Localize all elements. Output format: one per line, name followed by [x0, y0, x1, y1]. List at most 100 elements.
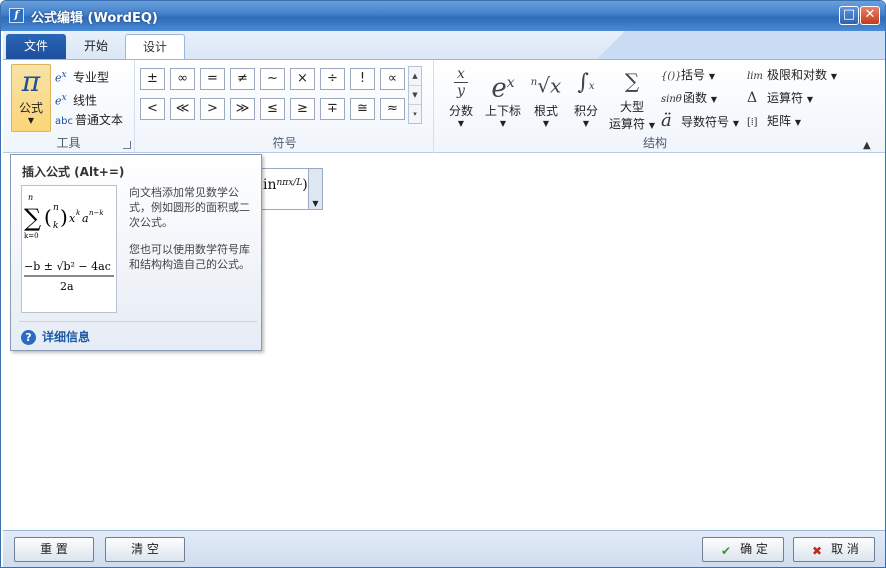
limit-log-button[interactable]: lim 极限和对数 ▼: [747, 64, 837, 86]
group-symbols: ± ∞ = ≠ ~ × ÷! ∝ < ≪ > ≫ ≤ ≥ ∓ ≅ ≈ ▲ ▼ ▾ 符号: [136, 60, 434, 153]
function-label: 函数: [683, 91, 708, 105]
script-label: 上下标: [484, 104, 521, 118]
symbol-button[interactable]: ≅: [350, 98, 375, 120]
large-operator-button[interactable]: ∑ 大型 运算符 ▼: [607, 64, 657, 132]
symbol-button[interactable]: ≫: [230, 98, 255, 120]
script-button[interactable]: ex 上下标 ▼: [481, 64, 525, 128]
preview-a: a: [82, 212, 89, 225]
cancel-label: 取 消: [831, 542, 859, 556]
preview-binom-k: k: [53, 221, 58, 231]
tooltip-desc-1: 向文档添加常见数学公式，例如圆形的面积或二次公式。: [129, 186, 250, 229]
scroll-down-icon[interactable]: ▼: [409, 86, 421, 105]
scroll-up-icon[interactable]: ▲: [409, 67, 421, 86]
symbol-button[interactable]: =: [200, 68, 225, 90]
linear-button[interactable]: ex 线性: [55, 87, 97, 108]
accent-button[interactable]: ä 导数符号 ▼: [661, 110, 739, 132]
tooltip-description: 向文档添加常见数学公式，例如圆形的面积或二次公式。 您也可以使用数学符号库和结构…: [129, 185, 255, 272]
chevron-down-icon: ▼: [582, 119, 590, 128]
formula-preview: n ∑ k=0 ( n k ) x k a n−k −b ± √b² − 4ac…: [21, 185, 117, 313]
matrix-label: 矩阵: [767, 114, 792, 128]
insert-formula-tooltip: 插入公式 (Alt+=) n ∑ k=0 ( n k ) x k a n−k −…: [10, 154, 262, 351]
symbol-button[interactable]: ≤: [260, 98, 285, 120]
symbol-button[interactable]: ∓: [320, 98, 345, 120]
cancel-button[interactable]: ✖ 取 消: [793, 537, 875, 562]
symbol-gallery-scroll[interactable]: ▲ ▼ ▾: [408, 66, 422, 124]
equation-text: innπx/L): [263, 177, 308, 193]
app-icon: f: [9, 8, 24, 23]
linear-label: 线性: [73, 93, 98, 108]
bracket-icon: {()}: [661, 71, 682, 82]
symbol-button[interactable]: ∞: [170, 68, 195, 90]
symbol-button[interactable]: !: [350, 68, 375, 90]
chevron-down-icon: ▼: [457, 119, 465, 128]
preview-x-exp: k: [76, 209, 80, 217]
maximize-button[interactable]: □: [839, 6, 859, 25]
operator-button[interactable]: Δ 运算符 ▼: [747, 87, 813, 109]
bracket-button[interactable]: {()}括号 ▼: [661, 64, 715, 86]
tooltip-title: 插入公式 (Alt+=): [22, 165, 125, 179]
equation-editor-window: f 公式编辑 (WordEQ) □ ✕ 文件 开始 设计 π 公式 ▼ ex 专业…: [0, 0, 886, 568]
tab-design[interactable]: 设计: [125, 34, 185, 59]
tab-file[interactable]: 文件: [6, 34, 66, 59]
title-bar[interactable]: f 公式编辑 (WordEQ) □ ✕: [1, 1, 885, 31]
function-button[interactable]: sinθ函数 ▼: [661, 87, 717, 109]
linear-format-icon: ex: [55, 92, 67, 108]
operator-icon: Δ: [747, 90, 758, 106]
symbol-button[interactable]: ≥: [290, 98, 315, 120]
chevron-down-icon: ▼: [499, 119, 507, 128]
integral-button[interactable]: ∫x 积分 ▼: [567, 64, 605, 128]
radical-button[interactable]: n√x 根式 ▼: [527, 64, 565, 128]
ok-label: 确 定: [740, 542, 768, 556]
preview-sum: ∑: [24, 204, 41, 232]
ribbon-decoration: [593, 31, 885, 59]
ok-button[interactable]: ✔ 确 定: [702, 537, 784, 562]
clear-button[interactable]: 清 空: [105, 537, 185, 562]
more-info-label: 详细信息: [42, 330, 91, 344]
symbol-button[interactable]: ≪: [170, 98, 195, 120]
insert-formula-button[interactable]: π 公式 ▼: [11, 64, 51, 132]
preview-paren-right: ): [60, 205, 68, 229]
script-icon: ex: [491, 73, 515, 104]
chevron-down-icon: ▼: [542, 119, 550, 128]
chevron-down-icon: ▼: [27, 116, 35, 125]
symbol-button[interactable]: >: [200, 98, 225, 120]
equation-box[interactable]: innπx/L) ▼: [261, 168, 323, 210]
integral-icon: ∫x: [577, 70, 595, 95]
formula-preview-svg: n ∑ k=0 ( n k ) x k a n−k −b ± √b² − 4ac…: [24, 193, 114, 293]
plain-text-button[interactable]: abc 普通文本: [55, 110, 123, 131]
fraction-button[interactable]: xy 分数 ▼: [443, 64, 479, 128]
collapse-ribbon-icon[interactable]: ▲: [863, 140, 871, 151]
reset-button[interactable]: 重 置: [14, 537, 94, 562]
limit-log-label: 极限和对数: [767, 68, 828, 82]
fraction-icon: xy: [443, 64, 479, 102]
symbol-button[interactable]: ×: [290, 68, 315, 90]
accent-label: 导数符号: [681, 115, 730, 129]
tab-home[interactable]: 开始: [67, 34, 125, 59]
professional-label: 专业型: [73, 70, 110, 85]
group-label-symbols: 符号: [272, 136, 297, 150]
symbol-button[interactable]: ~: [260, 68, 285, 90]
close-button[interactable]: ✕: [860, 6, 880, 25]
gallery-more-icon[interactable]: ▾: [409, 105, 421, 124]
symbol-button[interactable]: ≠: [230, 68, 255, 90]
matrix-button[interactable]: [⁞] 矩阵 ▼: [747, 110, 801, 132]
radical-label: 根式: [533, 104, 558, 118]
symbol-button[interactable]: ±: [140, 68, 165, 90]
professional-button[interactable]: ex 专业型: [55, 64, 109, 85]
group-structures: xy 分数 ▼ ex 上下标 ▼ n√x 根式 ▼ ∫x 积分 ▼ ∑ 大型 运…: [435, 60, 875, 153]
tooltip-desc-2: 您也可以使用数学符号库和结构构造自己的公式。: [129, 243, 250, 271]
symbol-button[interactable]: ∝: [380, 68, 405, 90]
group-label-tools: 工具: [56, 136, 81, 150]
preview-paren-left: (: [44, 205, 52, 229]
more-info-link[interactable]: ? 详细信息: [21, 328, 90, 345]
dialog-launcher-icon[interactable]: [123, 141, 131, 149]
ribbon-tabs: 文件 开始 设计: [3, 31, 885, 59]
symbol-button[interactable]: ÷: [320, 68, 345, 90]
symbol-button[interactable]: ≈: [380, 98, 405, 120]
tooltip-separator: [19, 321, 257, 322]
large-operator-label-2: 运算符 ▼: [609, 117, 655, 131]
symbol-button[interactable]: <: [140, 98, 165, 120]
help-icon: ?: [21, 330, 36, 345]
abc-icon: abc: [55, 116, 73, 127]
equation-options-dropdown[interactable]: ▼: [308, 169, 322, 209]
